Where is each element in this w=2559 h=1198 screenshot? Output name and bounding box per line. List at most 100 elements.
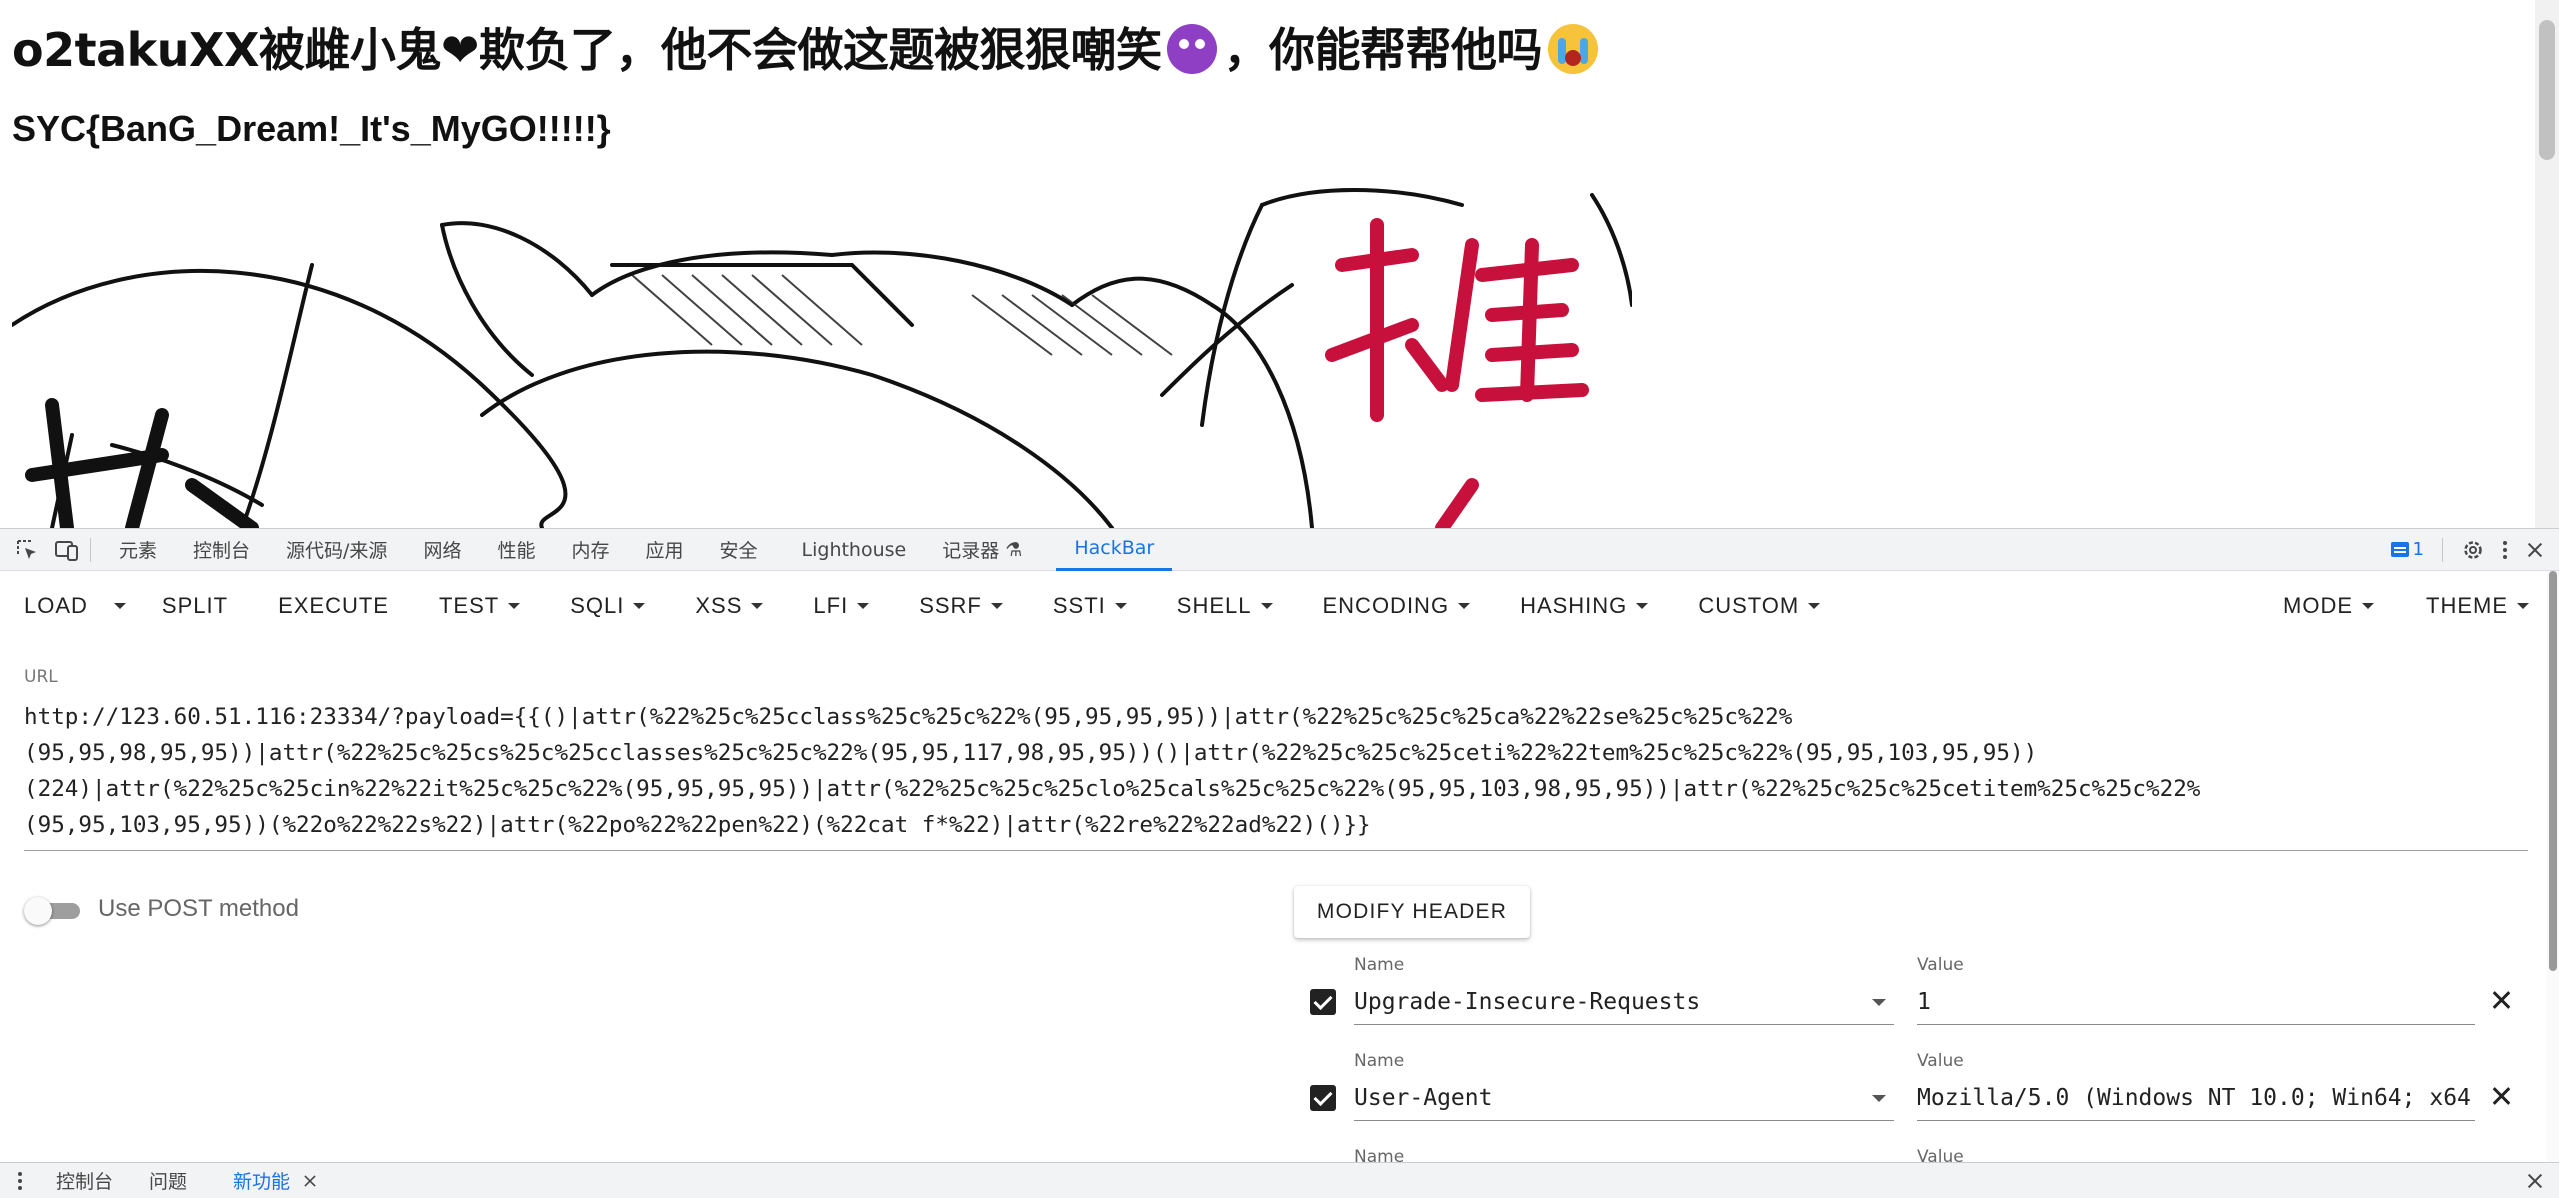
caret-down-icon (1808, 603, 1821, 609)
tab-hackbar[interactable]: HackBar (1056, 528, 1173, 571)
remove-header-icon[interactable] (2490, 1085, 2514, 1109)
xss-label: XSS (695, 593, 743, 618)
url-textarea[interactable]: http://123.60.51.116:23334/?payload={{()… (24, 699, 2528, 851)
tab-performance[interactable]: 性能 (479, 528, 553, 571)
url-line: (95,95,98,95,95))|attr(%22%25c%25cs%25c%… (24, 740, 2038, 766)
ssti-menu[interactable]: SSTI (1053, 593, 1127, 619)
tab-memory[interactable]: 内存 (553, 528, 627, 571)
custom-label: CUSTOM (1698, 593, 1800, 618)
close-devtools-icon[interactable] (2525, 540, 2545, 560)
caret-down-icon (508, 603, 521, 609)
ssrf-label: SSRF (919, 593, 982, 618)
caret-down-icon (857, 603, 870, 609)
page-scrollbar-thumb[interactable] (2539, 20, 2555, 160)
modify-header-button[interactable]: MODIFY HEADER (1294, 886, 1530, 938)
caret-down-icon (1260, 603, 1273, 609)
sqli-menu[interactable]: SQLI (570, 593, 646, 619)
issues-badge[interactable]: 1 (2390, 539, 2424, 560)
header-enabled-checkbox[interactable] (1310, 1085, 1336, 1111)
devtools-tab-bar: 元素 控制台 源代码/来源 网络 性能 内存 应用 安全 Lighthouse … (0, 528, 2559, 571)
header-name-field[interactable]: Upgrade-Insecure-Requests (1354, 981, 1894, 1025)
tab-elements[interactable]: 元素 (101, 528, 175, 571)
header-name-value: Upgrade-Insecure-Requests (1354, 989, 1701, 1015)
inspect-element-icon[interactable] (14, 537, 40, 563)
more-options-icon[interactable] (2503, 540, 2507, 559)
tab-application[interactable]: 应用 (627, 528, 701, 571)
devtools-drawer: 控制台 问题 新功能 (0, 1162, 2559, 1198)
shell-menu[interactable]: SHELL (1177, 593, 1273, 619)
tab-recorder-label: 记录器 (942, 540, 1000, 562)
post-method-toggle[interactable] (24, 897, 80, 925)
caret-down-icon (1636, 603, 1649, 609)
hackbar-toolbar: LOAD SPLIT EXECUTE TEST SQLI XSS LFI SSR… (0, 571, 2559, 641)
header-value-field[interactable]: Mozilla/5.0 (Windows NT 10.0; Win64; x64… (1917, 1077, 2475, 1121)
page-heading: o2takuXX被雌小鬼❤欺负了，他不会做这题被狠狠嘲笑 ，你能帮帮他吗 (12, 14, 1598, 80)
page-scrollbar[interactable] (2535, 0, 2559, 528)
caret-down-icon (2517, 603, 2529, 609)
close-drawer-icon[interactable] (2525, 1171, 2545, 1191)
dropdown-arrow-icon[interactable] (1872, 1095, 1886, 1102)
load-dropdown-icon[interactable] (110, 603, 130, 609)
lfi-menu[interactable]: LFI (813, 593, 870, 619)
drawer-menu-icon[interactable] (18, 1171, 22, 1190)
lfi-label: LFI (813, 593, 849, 618)
tab-network[interactable]: 网络 (405, 528, 479, 571)
mode-menu[interactable]: MODE (2283, 593, 2374, 619)
header-name-field[interactable]: User-Agent (1354, 1077, 1894, 1121)
tab-recorder[interactable]: 记录器 ⚗ (924, 528, 1040, 571)
flag-text: SYC{BanG_Dream!_It's_MyGO!!!!!} (12, 108, 611, 149)
drawer-tab-whats-new[interactable]: 新功能 (215, 1163, 338, 1198)
ssrf-menu[interactable]: SSRF (919, 593, 1003, 619)
toggle-knob (24, 897, 52, 925)
flask-icon: ⚗ (1005, 538, 1023, 561)
remove-header-icon[interactable] (2490, 989, 2514, 1013)
tab-lighthouse[interactable]: Lighthouse (784, 528, 925, 571)
device-toolbar-icon[interactable] (54, 537, 80, 563)
header-name-label: Name (1354, 1147, 1405, 1162)
hashing-menu[interactable]: HASHING (1520, 593, 1649, 619)
load-button[interactable]: LOAD (24, 593, 88, 619)
encoding-menu[interactable]: ENCODING (1323, 593, 1471, 619)
xss-menu[interactable]: XSS (695, 593, 764, 619)
test-menu[interactable]: TEST (439, 593, 521, 619)
caret-down-icon (751, 603, 764, 609)
message-icon (2390, 542, 2409, 557)
header-value-field[interactable]: 1 (1917, 981, 2475, 1025)
settings-gear-icon[interactable] (2461, 538, 2485, 562)
url-label: URL (24, 667, 58, 687)
close-tab-icon[interactable] (302, 1173, 318, 1189)
caret-down-icon (2362, 603, 2374, 609)
header-row: Name User-Agent Value Mozilla/5.0 (Windo… (1308, 1051, 2538, 1133)
page-viewport: o2takuXX被雌小鬼❤欺负了，他不会做这题被狠狠嘲笑 ，你能帮帮他吗 SYC{… (0, 0, 2559, 528)
toolbar-divider (2442, 537, 2443, 562)
theme-menu[interactable]: THEME (2426, 593, 2529, 619)
ssti-label: SSTI (1052, 593, 1106, 618)
tab-security[interactable]: 安全 (702, 528, 776, 571)
url-line: (224)|attr(%22%25c%25cin%22%22it%25c%25c… (24, 776, 2201, 802)
header-value-label: Value (1917, 1147, 1964, 1162)
url-line: http://123.60.51.116:23334/?payload={{()… (24, 704, 1793, 730)
sqli-label: SQLI (570, 593, 625, 618)
tab-sources[interactable]: 源代码/来源 (268, 528, 405, 571)
dropdown-arrow-icon[interactable] (1872, 999, 1886, 1006)
encoding-label: ENCODING (1322, 593, 1450, 618)
drawer-tab-issues[interactable]: 问题 (131, 1163, 205, 1198)
custom-menu[interactable]: CUSTOM (1698, 593, 1821, 619)
heading-suffix: ，你能帮帮他吗 (1223, 23, 1542, 77)
manga-image (12, 185, 1632, 528)
split-button[interactable]: SPLIT (162, 593, 228, 619)
execute-button[interactable]: EXECUTE (278, 593, 389, 619)
hackbar-scrollbar-thumb[interactable] (2549, 571, 2557, 971)
header-enabled-checkbox[interactable] (1310, 989, 1336, 1015)
header-value-label: Value (1917, 1051, 1964, 1071)
header-row: Name Value (1308, 1147, 2538, 1162)
crying-face-emoji-icon (1547, 24, 1598, 74)
header-value-label: Value (1917, 955, 1964, 975)
url-line: (95,95,103,95,95))(%22o%22%22s%22)|attr(… (24, 812, 1371, 838)
hackbar-toolbar-right: MODE THEME (2231, 571, 2529, 641)
drawer-tab-whats-new-label: 新功能 (233, 1171, 291, 1193)
devtools-right-controls: 1 (2390, 537, 2559, 562)
hackbar-scrollbar[interactable] (2547, 571, 2559, 1162)
tab-console[interactable]: 控制台 (175, 528, 268, 571)
drawer-tab-console[interactable]: 控制台 (38, 1163, 131, 1198)
